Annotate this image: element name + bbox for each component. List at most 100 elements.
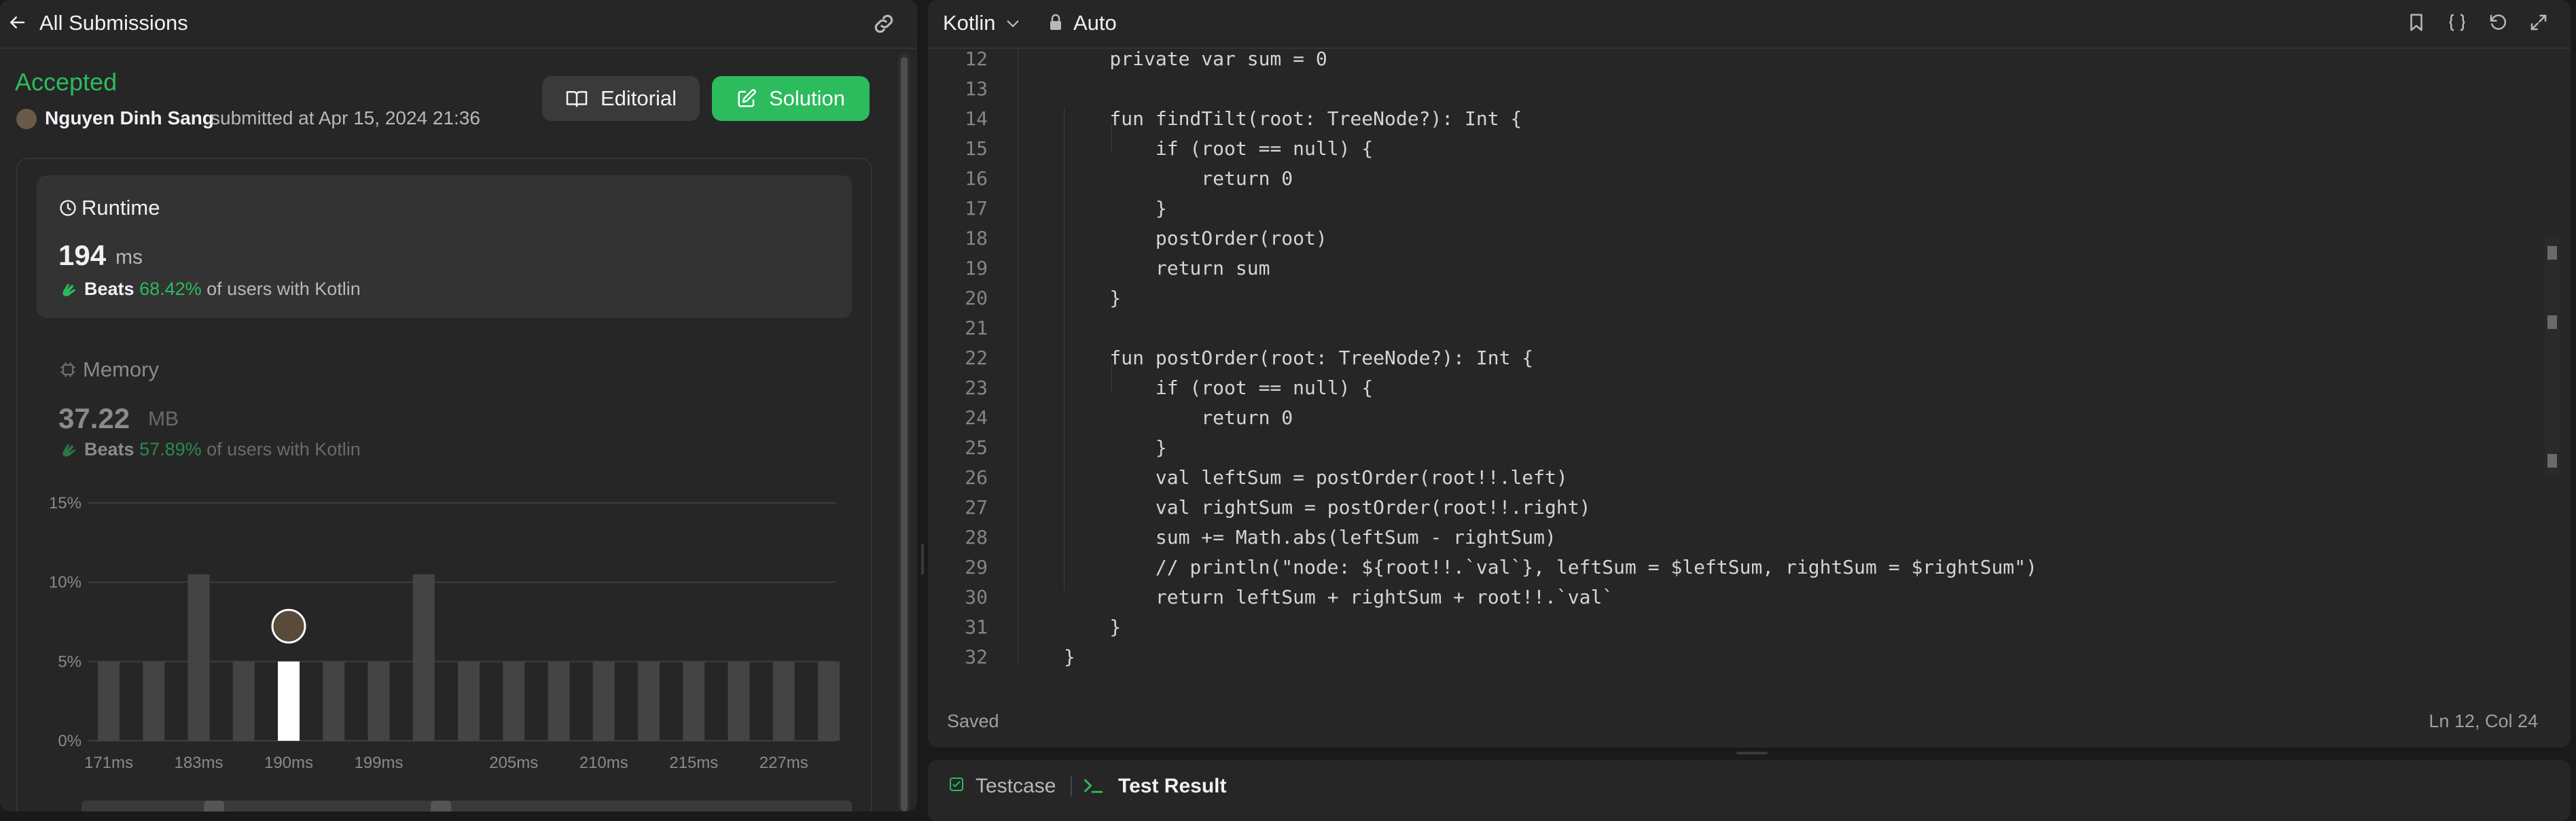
x-tick-label: 205ms: [489, 754, 538, 772]
cursor-position: Ln 12, Col 24: [2429, 711, 2538, 731]
histogram-bar[interactable]: [818, 661, 840, 741]
runtime-beats: Beats 68.42% of users with Kotlin: [84, 279, 361, 300]
bookmark-icon[interactable]: [2406, 12, 2427, 33]
tab-test-result[interactable]: Test Result: [1118, 775, 1226, 798]
clap-icon: [62, 444, 75, 457]
line-number: 12: [965, 48, 988, 70]
code-line: private var sum = 0: [1064, 48, 1327, 70]
expand-icon[interactable]: [2528, 12, 2549, 33]
histogram-bar[interactable]: [458, 661, 480, 741]
reset-icon[interactable]: [2488, 12, 2508, 33]
histogram-bar[interactable]: [772, 661, 795, 741]
submission-header: All Submissions: [0, 0, 917, 49]
code-line: return 0: [1064, 167, 1293, 190]
code-line: return 0: [1064, 406, 1293, 429]
chevron-down-icon[interactable]: [1005, 18, 1020, 30]
all-submissions-link[interactable]: All Submissions: [39, 11, 188, 35]
language-select[interactable]: Kotlin: [943, 11, 996, 35]
histogram-bar[interactable]: [638, 661, 660, 741]
runtime-beats-percent: 68.42%: [139, 279, 202, 299]
y-tick-label: 10%: [49, 574, 82, 592]
memory-unit: MB: [148, 408, 179, 430]
tab-testcase[interactable]: Testcase: [976, 775, 1056, 798]
histogram-bar[interactable]: [592, 661, 615, 741]
line-number: 32: [965, 646, 988, 668]
histogram-bar[interactable]: [278, 661, 300, 741]
braces-icon[interactable]: [2447, 12, 2467, 33]
line-number: 24: [965, 406, 988, 429]
histogram-bar[interactable]: [548, 661, 570, 741]
book-icon: [566, 90, 588, 107]
horizontal-resize-grip[interactable]: [1736, 752, 1768, 754]
line-number: 28: [965, 526, 988, 548]
code-line: return sum: [1064, 257, 1270, 279]
slider-handle-left[interactable]: [204, 801, 224, 811]
code-line: fun findTilt(root: TreeNode?): Int {: [1064, 107, 1522, 130]
line-number: 27: [965, 496, 988, 519]
line-number: 23: [965, 377, 988, 399]
histogram-bar[interactable]: [143, 661, 165, 741]
histogram-bar[interactable]: [323, 661, 345, 741]
scrollbar-thumb[interactable]: [901, 57, 908, 811]
x-tick-label: 199ms: [354, 754, 403, 772]
line-number: 17: [965, 197, 988, 220]
histogram-bar[interactable]: [412, 574, 435, 741]
x-tick-label: 215ms: [669, 754, 718, 772]
code-line: }: [1064, 616, 1122, 638]
histogram-bar[interactable]: [98, 661, 120, 741]
memory-beats-percent: 57.89%: [139, 439, 202, 459]
scroll-marker: [2547, 454, 2557, 468]
submitted-time: submitted at Apr 15, 2024 21:36: [211, 107, 480, 128]
avatar[interactable]: [16, 109, 37, 129]
memory-label[interactable]: Memory: [83, 357, 159, 382]
edit-icon: [738, 89, 756, 107]
slider-handle-right[interactable]: [431, 801, 451, 811]
runtime-value: 194: [58, 239, 107, 271]
memory-chip-icon: [60, 362, 75, 377]
code-area[interactable]: 12 private var sum = 0 13 14 fun findTil…: [928, 48, 2571, 686]
x-tick-label: 171ms: [84, 754, 133, 772]
line-number: 16: [965, 167, 988, 190]
x-tick-label: 210ms: [579, 754, 628, 772]
scroll-marker: [2547, 315, 2557, 329]
code-line: val rightSum = postOrder(root!!.right): [1064, 496, 1591, 519]
line-number: 22: [965, 347, 988, 369]
x-tick-label: 227ms: [759, 754, 808, 772]
runtime-distribution-chart: 0% 5% 10% 15% 171ms 183ms 190ms 199ms 205ms 210ms…: [49, 494, 840, 772]
user-avatar-marker: [271, 608, 306, 644]
code-line: if (root == null) {: [1064, 137, 1374, 160]
lock-icon: [1050, 14, 1061, 30]
line-number: 13: [965, 77, 988, 100]
histogram-bar[interactable]: [187, 574, 210, 741]
runtime-unit: ms: [115, 246, 143, 268]
submitter-name[interactable]: Nguyen Dinh Sang: [45, 107, 214, 129]
resize-grip[interactable]: [921, 544, 924, 575]
code-line: }: [1064, 287, 1122, 309]
histogram-bar[interactable]: [728, 661, 750, 741]
solution-button[interactable]: Solution: [712, 76, 870, 121]
code-line: }: [1064, 646, 1075, 668]
histogram-bar[interactable]: [503, 661, 525, 741]
histogram-bar[interactable]: [368, 661, 390, 741]
link-icon[interactable]: [871, 11, 897, 37]
editorial-button[interactable]: Editorial: [542, 76, 700, 121]
histogram-bar[interactable]: [232, 661, 255, 741]
editor-scrollbar[interactable]: [2545, 235, 2560, 476]
checkbox-icon: [950, 778, 963, 791]
line-number: 29: [965, 556, 988, 578]
code-line: postOrder(root): [1064, 227, 1327, 249]
code-editor-panel: Kotlin Auto 12 private var sum = 0 13 14…: [928, 0, 2571, 748]
line-number: 14: [965, 107, 988, 130]
solution-label: Solution: [768, 86, 846, 110]
arrow-left-icon[interactable]: [7, 12, 27, 33]
mode-label[interactable]: Auto: [1073, 11, 1117, 35]
line-number: 20: [965, 287, 988, 309]
clock-icon: [60, 200, 76, 216]
range-slider[interactable]: [82, 801, 852, 811]
panel-resize-handle[interactable]: [917, 0, 928, 811]
y-tick-label: 15%: [49, 494, 82, 512]
editor-toolbar: Kotlin Auto: [928, 0, 2571, 49]
code-line: return leftSum + rightSum + root!!.`val`: [1064, 586, 1614, 608]
histogram-bar[interactable]: [683, 661, 705, 741]
memory-value: 37.22: [58, 402, 130, 434]
